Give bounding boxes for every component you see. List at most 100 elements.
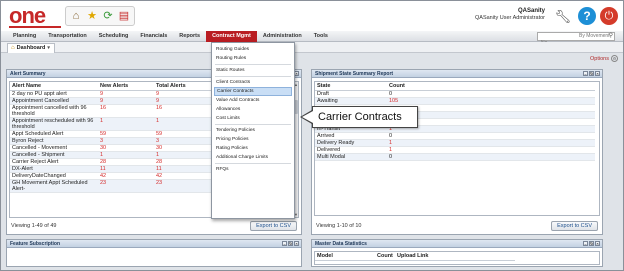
help-icon[interactable]: ? xyxy=(578,7,596,25)
shipment-export-csv-button[interactable]: Export to CSV xyxy=(551,221,598,231)
state-count[interactable]: 1 xyxy=(387,139,595,147)
col-count[interactable]: Count xyxy=(387,82,595,91)
state-count[interactable]: 0 xyxy=(387,153,595,161)
new-alerts[interactable]: 42 xyxy=(98,172,154,180)
state-count[interactable]: 1 xyxy=(387,125,595,133)
table-row[interactable]: Delivery Ready 1 xyxy=(315,139,595,147)
close-icon[interactable]: × xyxy=(294,241,299,246)
refresh-icon[interactable]: ↻ xyxy=(589,71,594,76)
state-count[interactable]: 1 xyxy=(387,146,595,154)
menu-item-rating-policies[interactable]: Rating Policies xyxy=(212,144,294,153)
close-icon[interactable]: × xyxy=(595,71,600,76)
col-alert-name[interactable]: Alert Name xyxy=(10,82,98,91)
menu-reports[interactable]: Reports xyxy=(173,31,206,42)
state-count[interactable] xyxy=(387,104,595,112)
app-logo[interactable]: one xyxy=(9,5,46,27)
menu-item-value-add-contracts[interactable]: Value Add Contracts xyxy=(212,96,294,105)
menu-planning[interactable]: Planning xyxy=(7,31,42,42)
menu-transportation[interactable]: Transportation xyxy=(42,31,93,42)
col-count[interactable]: Count xyxy=(375,252,395,261)
new-alerts[interactable]: 9 xyxy=(98,97,154,105)
table-row[interactable]: Awaiting 105 xyxy=(315,97,595,105)
options-link[interactable]: Options ⚙ xyxy=(590,55,618,62)
minimize-icon[interactable]: – xyxy=(282,241,287,246)
state-count[interactable]: 0 xyxy=(387,90,595,98)
user-role: QASanity User Administrator xyxy=(475,15,545,21)
new-alerts[interactable]: 59 xyxy=(98,130,154,138)
minimize-icon[interactable]: – xyxy=(583,71,588,76)
table-header-row: Model Count Upload Link xyxy=(315,252,515,261)
new-alerts[interactable]: 9 xyxy=(98,90,154,98)
user-name: QASanity xyxy=(517,8,545,14)
menu-item-cost-limits[interactable]: Cost Limits xyxy=(212,114,294,123)
alert-name: 2 day no PU appt alert xyxy=(10,90,98,98)
home-icon[interactable]: ⌂ xyxy=(69,9,83,23)
menu-divider xyxy=(215,76,291,77)
menu-divider xyxy=(215,64,291,65)
new-alerts[interactable]: 1 xyxy=(98,117,154,131)
table-row[interactable]: Arrived 0 xyxy=(315,132,595,140)
col-model[interactable]: Model xyxy=(315,252,375,261)
refresh-icon[interactable]: ⟳ xyxy=(101,9,115,23)
state-name: Awaiting xyxy=(315,97,387,105)
new-alerts[interactable]: 1 xyxy=(98,151,154,159)
minimize-icon[interactable]: – xyxy=(583,241,588,246)
state-count[interactable] xyxy=(387,111,595,119)
menu-financials[interactable]: Financials xyxy=(134,31,173,42)
new-alerts[interactable]: 16 xyxy=(98,104,154,118)
new-alerts[interactable]: 3 xyxy=(98,137,154,145)
menu-item-client-contracts[interactable]: Client Contracts xyxy=(212,78,294,87)
chart-icon[interactable]: ▤ xyxy=(117,9,131,23)
refresh-icon[interactable]: ↻ xyxy=(288,241,293,246)
menu-item-carrier-contracts[interactable]: Carrier Contracts xyxy=(214,87,292,96)
table-row[interactable]: Draft 0 xyxy=(315,90,595,98)
menu-scheduling[interactable]: Scheduling xyxy=(93,31,135,42)
menu-contract-mgmt[interactable]: Contract Mgmt xyxy=(206,30,257,42)
new-alerts[interactable]: 28 xyxy=(98,158,154,166)
table-row[interactable]: Multi Modal 0 xyxy=(315,153,595,161)
master-data-grid: Model Count Upload Link xyxy=(314,251,600,265)
menu-item-allowances[interactable]: Allowances xyxy=(212,105,294,114)
new-alerts[interactable]: 23 xyxy=(98,179,154,193)
state-count[interactable]: 0 xyxy=(387,132,595,140)
menu-item-pricing-policies[interactable]: Pricing Policies xyxy=(212,135,294,144)
master-data-table: Model Count Upload Link xyxy=(315,252,515,261)
movement-search-input[interactable]: By Movement No ⚲ xyxy=(537,32,615,46)
close-icon[interactable]: × xyxy=(595,241,600,246)
col-new-alerts[interactable]: New Alerts xyxy=(98,82,154,91)
alert-name: DeliveryDateChanged xyxy=(10,172,98,180)
alert-export-csv-button[interactable]: Export to CSV xyxy=(250,221,297,231)
tab-dashboard-label: Dashboard xyxy=(16,45,46,51)
state-name: Arrived xyxy=(315,132,387,140)
state-count[interactable] xyxy=(387,118,595,126)
table-header-row: State Count xyxy=(315,82,595,91)
menu-item-routing-rules[interactable]: Routing Rules xyxy=(212,54,294,63)
new-alerts[interactable]: 30 xyxy=(98,144,154,152)
menu-item-tendering-policies[interactable]: Tendering Policies xyxy=(212,126,294,135)
new-alerts[interactable]: 11 xyxy=(98,165,154,173)
menu-item-static-routes[interactable]: Static Routes xyxy=(212,66,294,75)
menu-tools[interactable]: Tools xyxy=(308,31,334,42)
chevron-down-icon[interactable]: ▾ xyxy=(47,44,50,53)
state-count[interactable]: 105 xyxy=(387,97,595,105)
search-icon[interactable]: ⚲ xyxy=(609,33,613,40)
callout-label: Carrier Contracts xyxy=(312,106,418,128)
state-name: Delivered xyxy=(315,146,387,154)
menu-item-additional-charge-limits[interactable]: Additional Charge Limits xyxy=(212,153,294,162)
col-upload-link[interactable]: Upload Link xyxy=(395,252,515,261)
col-state[interactable]: State xyxy=(315,82,387,91)
tab-dashboard[interactable]: ⌂ Dashboard ▾ xyxy=(7,43,55,53)
logo-underline xyxy=(9,26,61,28)
power-icon[interactable]: ⏻ xyxy=(600,7,618,25)
table-row[interactable]: Delivered 1 xyxy=(315,146,595,154)
refresh-icon[interactable]: ↻ xyxy=(589,241,594,246)
menu-item-rfqs[interactable]: RFQs xyxy=(212,165,294,174)
menu-administration[interactable]: Administration xyxy=(257,31,308,42)
alert-name: Appointment rescheduled with 96 threshol… xyxy=(10,117,98,131)
menu-divider xyxy=(215,124,291,125)
menu-item-routing-guides[interactable]: Routing Guides xyxy=(212,45,294,54)
wrench-icon[interactable]: 🔧︎ xyxy=(554,9,571,25)
state-name: Draft xyxy=(315,90,387,98)
star-icon[interactable]: ★ xyxy=(85,9,99,23)
feature-subscription-panel: Feature Subscription – ↻ × xyxy=(6,239,302,267)
